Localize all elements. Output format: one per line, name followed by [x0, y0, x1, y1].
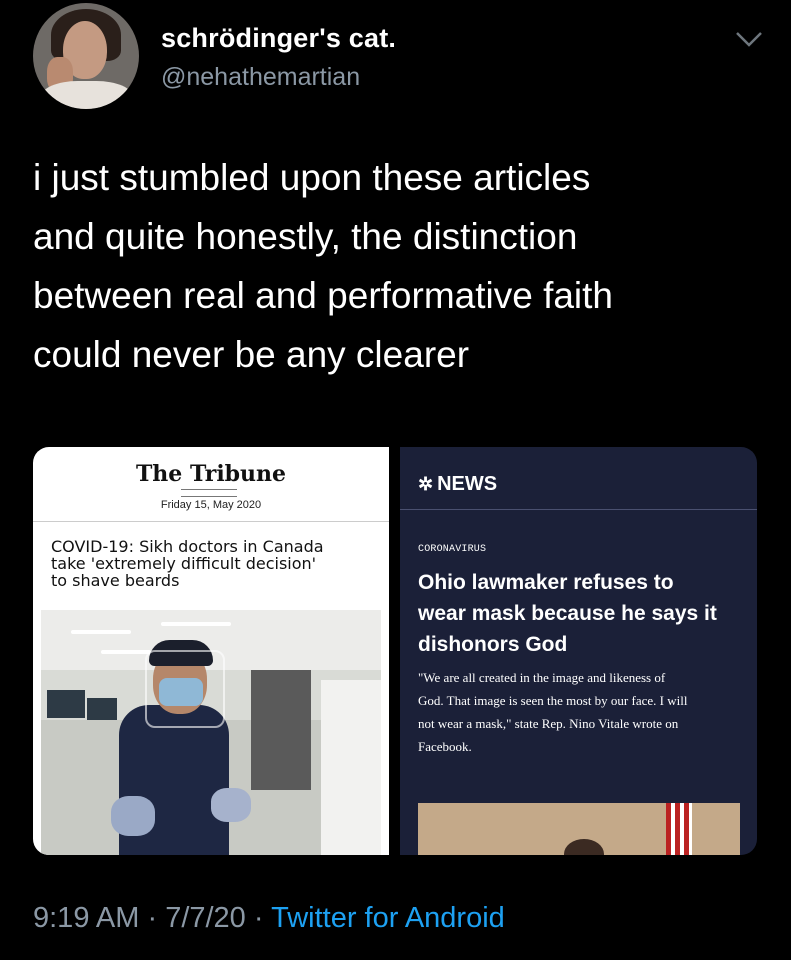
nbc-headline: Ohio lawmaker refuses to wear mask becau…	[418, 567, 753, 660]
chevron-down-icon[interactable]	[733, 29, 765, 49]
cabinet	[321, 680, 381, 855]
display-name[interactable]: schrödinger's cat.	[161, 23, 396, 54]
ceiling-light	[101, 650, 151, 654]
tweet-media[interactable]: The Tribune Friday 15, May 2020 COVID-19…	[33, 447, 757, 855]
tribune-article-image[interactable]: The Tribune Friday 15, May 2020 COVID-19…	[33, 447, 389, 855]
body-line: "We are all created in the image and lik…	[418, 670, 666, 685]
headline-line: to shave beards	[51, 571, 180, 590]
tweet-line: and quite honestly, the distinction	[33, 216, 578, 257]
ceiling-light	[71, 630, 131, 634]
glove	[111, 796, 155, 836]
headline-line: COVID-19: Sikh doctors in Canada	[51, 537, 324, 556]
user-handle[interactable]: @nehathemartian	[161, 63, 360, 92]
tweet-line: between real and performative faith	[33, 275, 614, 316]
body-line: Facebook.	[418, 739, 472, 754]
separator: ·	[139, 902, 166, 934]
tweet-footer: 9:19 AM · 7/7/20 · Twitter for Android	[33, 902, 505, 935]
tweet-line: i just stumbled upon these articles	[33, 157, 591, 198]
headline-line: dishonors God	[418, 633, 568, 656]
nbc-article-body: "We are all created in the image and lik…	[418, 666, 748, 758]
section-label: CORONAVIRUS	[418, 544, 487, 555]
monitor	[47, 690, 85, 718]
tribune-date: Friday 15, May 2020	[160, 499, 262, 511]
monitor	[87, 698, 117, 720]
tweet-line: could never be any clearer	[33, 334, 470, 375]
separator: ·	[245, 902, 272, 934]
divider	[33, 521, 389, 522]
headline-line: wear mask because he says it	[418, 602, 717, 625]
doctor-photo	[41, 610, 381, 855]
person-head	[564, 839, 604, 855]
avatar-shirt	[41, 81, 133, 109]
tweet-header: schrödinger's cat. @nehathemartian	[33, 3, 773, 113]
headline-line: take 'extremely difficult decision'	[51, 554, 317, 573]
nbc-article-image[interactable]: ✲ NEWS CORONAVIRUS Ohio lawmaker refuses …	[400, 447, 757, 855]
tweet-date[interactable]: 7/7/20	[165, 902, 246, 934]
headline-line: Ohio lawmaker refuses to	[418, 571, 674, 594]
peacock-icon: ✲	[418, 474, 434, 494]
avatar[interactable]	[33, 3, 139, 109]
masthead-ornament	[181, 489, 237, 497]
lawmaker-photo	[418, 803, 740, 855]
tribune-masthead: The Tribune	[135, 461, 287, 487]
equipment	[251, 670, 311, 790]
divider	[400, 509, 757, 510]
glove	[211, 788, 251, 822]
nbc-news-logo: ✲ NEWS	[418, 473, 498, 495]
flag	[666, 803, 692, 855]
tweet-text: i just stumbled upon these articles and …	[33, 148, 753, 384]
face-shield	[145, 650, 225, 728]
ceiling-light	[161, 622, 231, 626]
tribune-headline: COVID-19: Sikh doctors in Canada take 'e…	[51, 538, 381, 589]
body-line: not wear a mask," state Rep. Nino Vitale…	[418, 716, 679, 731]
body-line: God. That image is seen the most by our …	[418, 693, 688, 708]
tweet-source-link[interactable]: Twitter for Android	[271, 902, 505, 934]
tweet-time[interactable]: 9:19 AM	[33, 902, 139, 934]
